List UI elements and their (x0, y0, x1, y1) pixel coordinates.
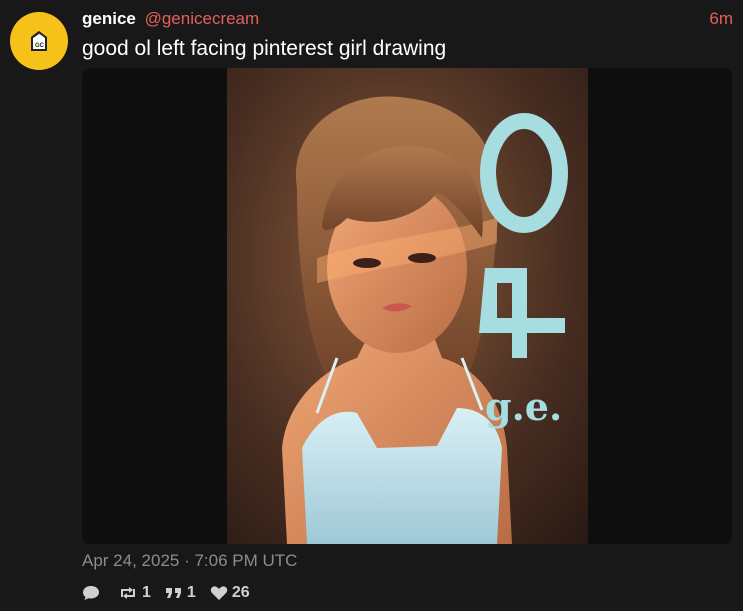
quote-count: 1 (186, 584, 196, 601)
artwork-signature: g.e. (485, 384, 562, 429)
user-handle[interactable]: @genicecream (145, 9, 260, 28)
post-date[interactable]: Apr 24, 2025 · 7:06 PM UTC (82, 551, 297, 571)
post-actions: 1 1 26 (82, 582, 264, 604)
artwork-image: g.e. (227, 68, 588, 544)
avatar[interactable]: GC (10, 12, 68, 70)
heart-icon (210, 586, 228, 600)
quote-button[interactable]: 1 (165, 584, 196, 602)
repost-button[interactable]: 1 (118, 584, 151, 602)
post: GC genice @genicecream 6m good ol left f… (0, 0, 743, 611)
speech-bubble-icon (83, 586, 99, 600)
like-count: 26 (231, 584, 250, 601)
post-header: genice @genicecream 6m (82, 9, 733, 31)
post-time[interactable]: 6m (709, 9, 733, 29)
media-container[interactable]: g.e. (82, 68, 732, 544)
repost-arrows-icon (121, 587, 135, 599)
quote-marks-icon (165, 588, 181, 598)
post-text: good ol left facing pinterest girl drawi… (82, 37, 447, 60)
milk-carton-icon: GC (31, 31, 47, 51)
display-name[interactable]: genice (82, 9, 136, 28)
svg-text:GC: GC (35, 43, 45, 49)
like-button[interactable]: 26 (210, 584, 250, 602)
reply-button[interactable] (82, 585, 104, 601)
repost-count: 1 (142, 584, 151, 601)
